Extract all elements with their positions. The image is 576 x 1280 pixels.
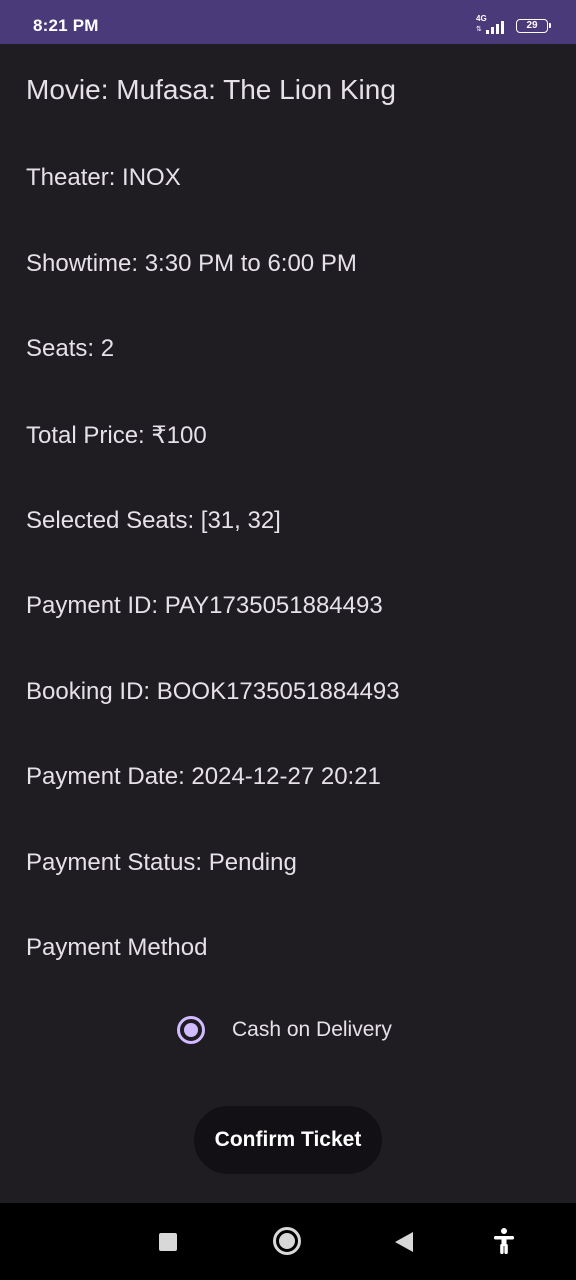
status-bar: 8:21 PM 4G ⇅ 29 bbox=[0, 0, 576, 44]
movie-title: Movie: Mufasa: The Lion King bbox=[26, 74, 396, 105]
radio-selected-dot bbox=[184, 1023, 198, 1037]
payment-id-text: Payment ID: PAY1735051884493 bbox=[26, 592, 383, 619]
signal-icon: 4G ⇅ bbox=[476, 14, 508, 36]
payment-status-text: Payment Status: Pending bbox=[26, 849, 297, 876]
battery-icon: 29 bbox=[516, 19, 551, 33]
selected-seats-text: Selected Seats: [31, 32] bbox=[26, 507, 281, 534]
total-price-text: Total Price: ₹100 bbox=[26, 422, 207, 449]
confirm-ticket-button[interactable]: Confirm Ticket bbox=[194, 1106, 382, 1174]
payment-date-text: Payment Date: 2024-12-27 20:21 bbox=[26, 763, 381, 790]
booking-id-text: Booking ID: BOOK1735051884493 bbox=[26, 678, 400, 705]
navigation-bar bbox=[0, 1203, 576, 1280]
status-time: 8:21 PM bbox=[33, 16, 99, 35]
showtime-text: Showtime: 3:30 PM to 6:00 PM bbox=[26, 250, 357, 277]
seats-text: Seats: 2 bbox=[26, 335, 115, 362]
battery-level: 29 bbox=[526, 20, 538, 31]
theater-text: Theater: INOX bbox=[26, 164, 181, 191]
home-icon[interactable] bbox=[273, 1227, 301, 1255]
status-icons: 4G ⇅ 29 bbox=[476, 14, 551, 36]
cash-on-delivery-option[interactable]: Cash on Delivery bbox=[177, 1013, 392, 1047]
signal-bars-icon bbox=[486, 21, 504, 34]
radio-button[interactable] bbox=[177, 1016, 205, 1044]
payment-method-label: Payment Method bbox=[26, 934, 208, 961]
radio-label: Cash on Delivery bbox=[232, 1018, 392, 1041]
back-icon[interactable] bbox=[395, 1232, 413, 1252]
accessibility-icon[interactable] bbox=[490, 1227, 518, 1255]
data-arrows-icon: ⇅ bbox=[476, 26, 482, 33]
recents-icon[interactable] bbox=[159, 1233, 177, 1251]
